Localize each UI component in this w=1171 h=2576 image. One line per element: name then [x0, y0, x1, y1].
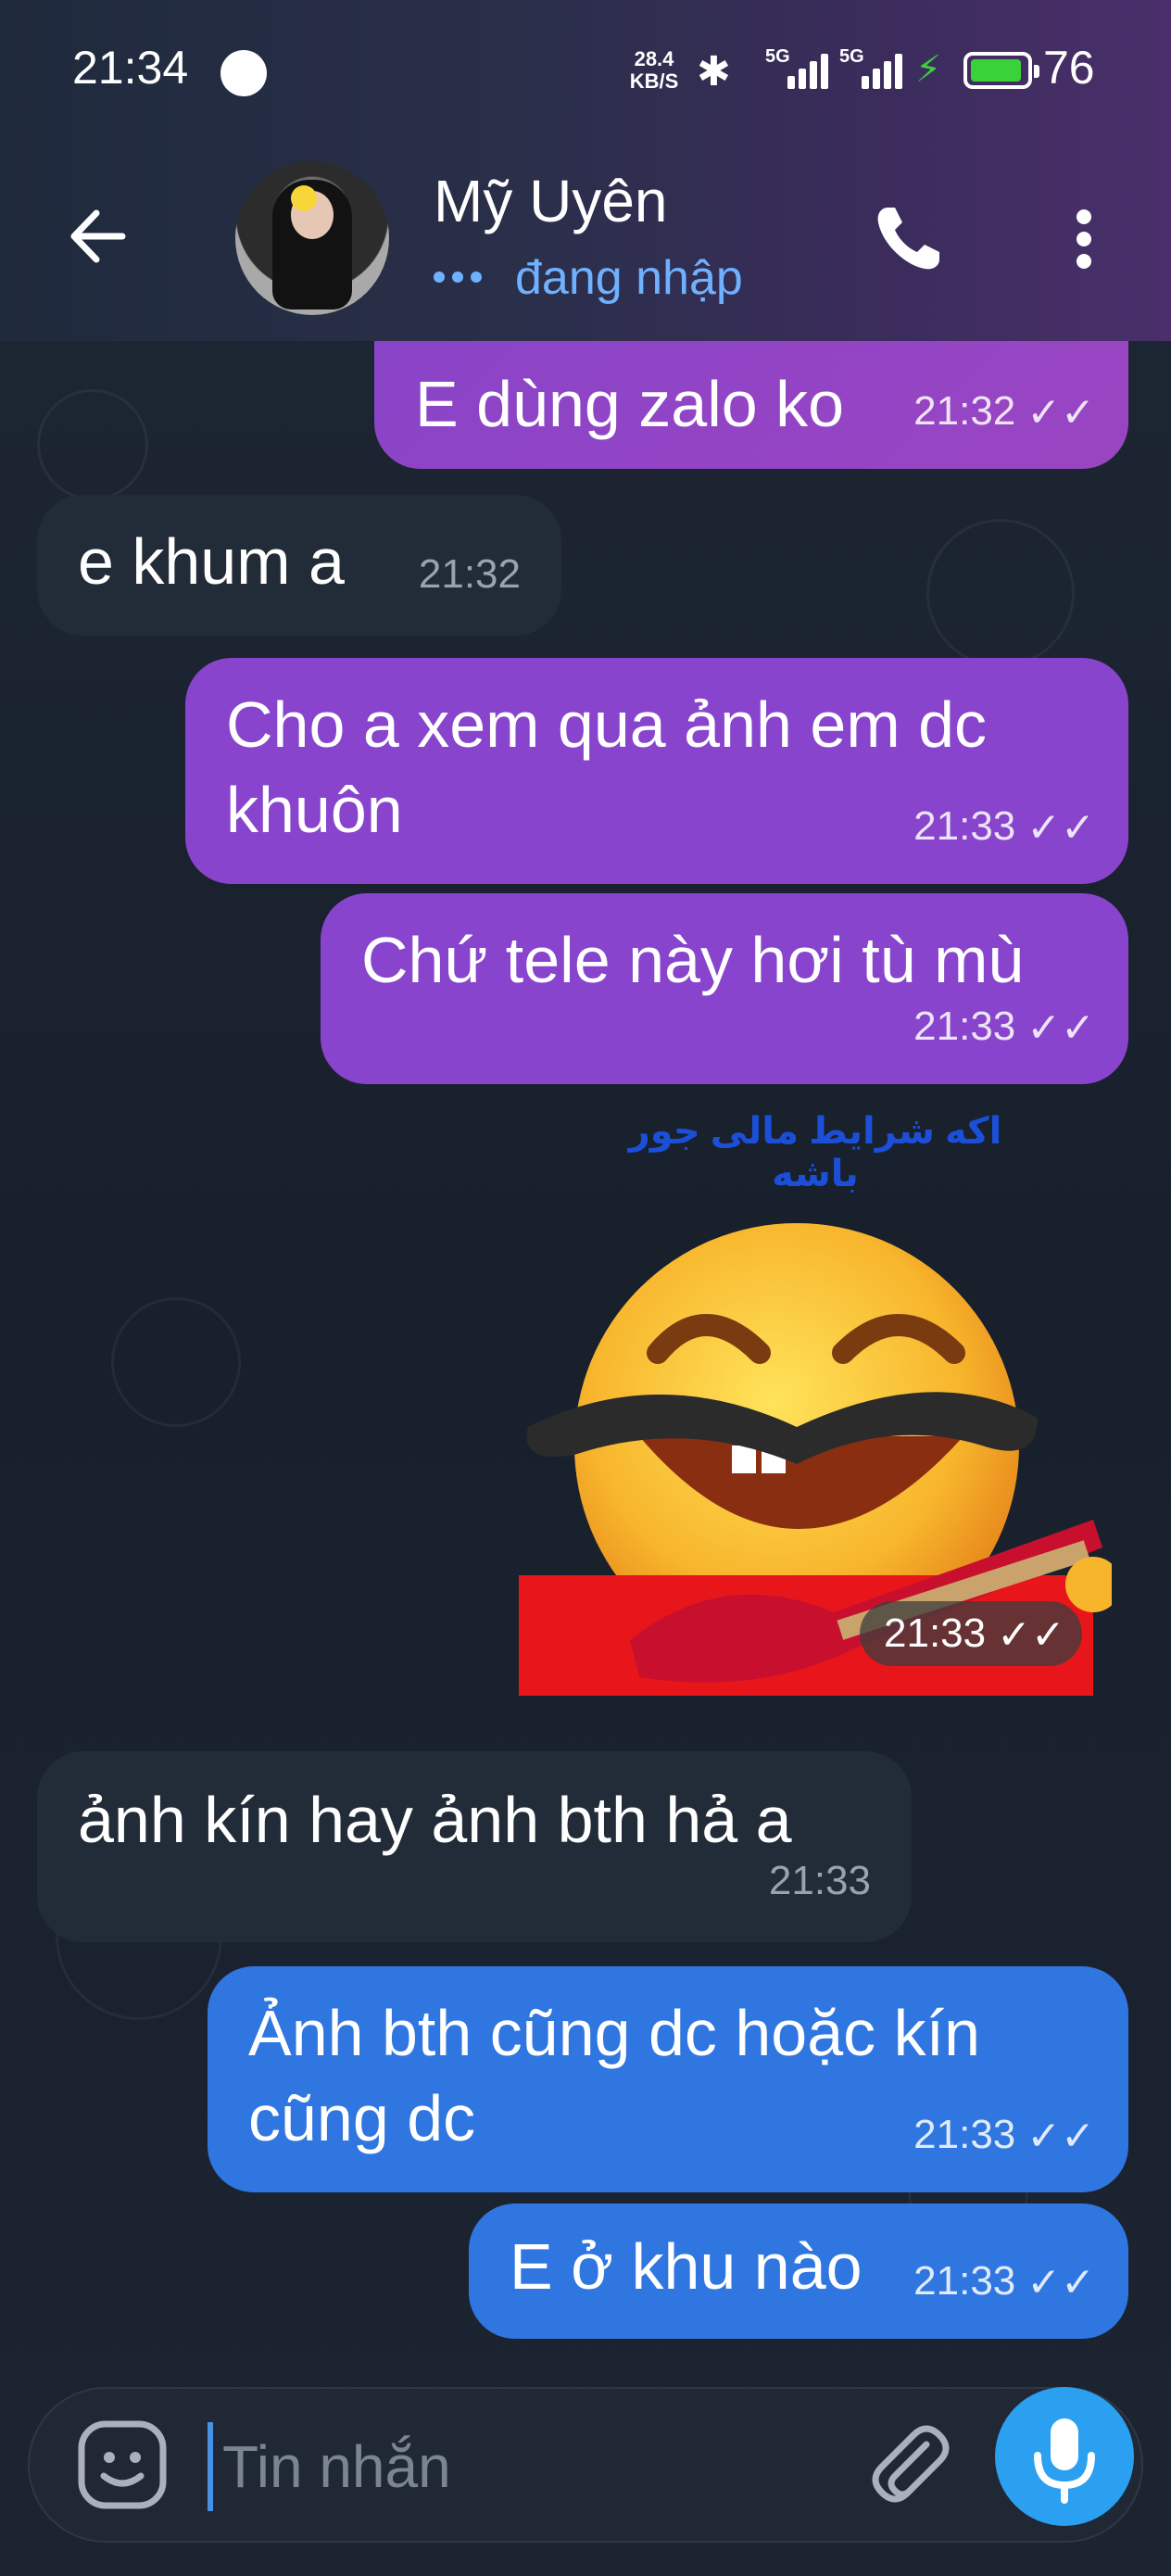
sticker-caption: اکه شرایط مالی جور باشه [628, 1111, 1002, 1194]
message-bubble-incoming[interactable]: ảnh kín hay ảnh bth hả a 21:33 [37, 1751, 912, 1942]
attach-button[interactable] [862, 2417, 954, 2513]
voice-record-button[interactable] [995, 2387, 1134, 2526]
double-check-icon: ✓✓ [997, 1612, 1065, 1659]
notification-icon [220, 50, 267, 96]
status-bar: 21:34 28.4 KB/S ✱ 5G 5G ⚡ 76 [0, 0, 1171, 139]
battery-icon [963, 52, 1039, 89]
phone-icon [877, 208, 939, 270]
double-check-icon: ✓✓ [1026, 390, 1095, 436]
contact-status: đang nhập [515, 251, 743, 305]
message-bubble-incoming[interactable]: e khum a 21:32 [37, 495, 561, 636]
emoji-button[interactable] [74, 2417, 170, 2513]
avatar[interactable] [235, 161, 389, 315]
double-check-icon: ✓✓ [1026, 2260, 1095, 2305]
signal-icon-sim1: 5G [765, 46, 830, 93]
contact-name[interactable]: Mỹ Uyên [434, 167, 668, 235]
more-options-button[interactable] [1056, 200, 1112, 278]
message-bubble-outgoing[interactable]: Ảnh bth cũng dc hoặc kín cũng dc 21:33 ✓✓ [208, 1966, 1128, 2192]
message-bubble-outgoing[interactable]: Cho a xem qua ảnh em dc khuôn 21:33 ✓✓ [185, 658, 1128, 884]
message-input[interactable]: Tin nhắn [208, 2422, 837, 2511]
message-bubble-outgoing[interactable]: Chứ tele này hơi tù mù 21:33 ✓✓ [321, 893, 1128, 1084]
bluetooth-icon: ✱ [697, 49, 731, 95]
chat-header: 21:34 28.4 KB/S ✱ 5G 5G ⚡ 76 Mỹ Uyên đan… [0, 0, 1171, 341]
message-bubble-outgoing[interactable]: E dùng zalo ko 21:32 ✓✓ [374, 341, 1128, 469]
sticker-timestamp: 21:33 ✓✓ [860, 1601, 1082, 1666]
typing-indicator-icon [434, 271, 498, 284]
status-time: 21:34 [72, 42, 189, 94]
network-speed: 28.4 KB/S [629, 47, 679, 93]
call-button[interactable] [869, 200, 947, 278]
double-check-icon: ✓✓ [1026, 1005, 1095, 1051]
signal-icon-sim2: 5G [839, 46, 904, 93]
microphone-icon [1034, 2418, 1095, 2504]
paperclip-icon [872, 2425, 950, 2503]
double-check-icon: ✓✓ [1026, 2114, 1095, 2159]
battery-level: 76 [1043, 42, 1095, 94]
message-bubble-outgoing[interactable]: E ở khu nào 21:33 ✓✓ [469, 2203, 1128, 2339]
arrow-left-icon [70, 209, 126, 263]
back-button[interactable] [57, 195, 141, 278]
emoji-icon [78, 2420, 167, 2509]
charging-icon: ⚡ [915, 49, 942, 90]
double-check-icon: ✓✓ [1026, 805, 1095, 851]
